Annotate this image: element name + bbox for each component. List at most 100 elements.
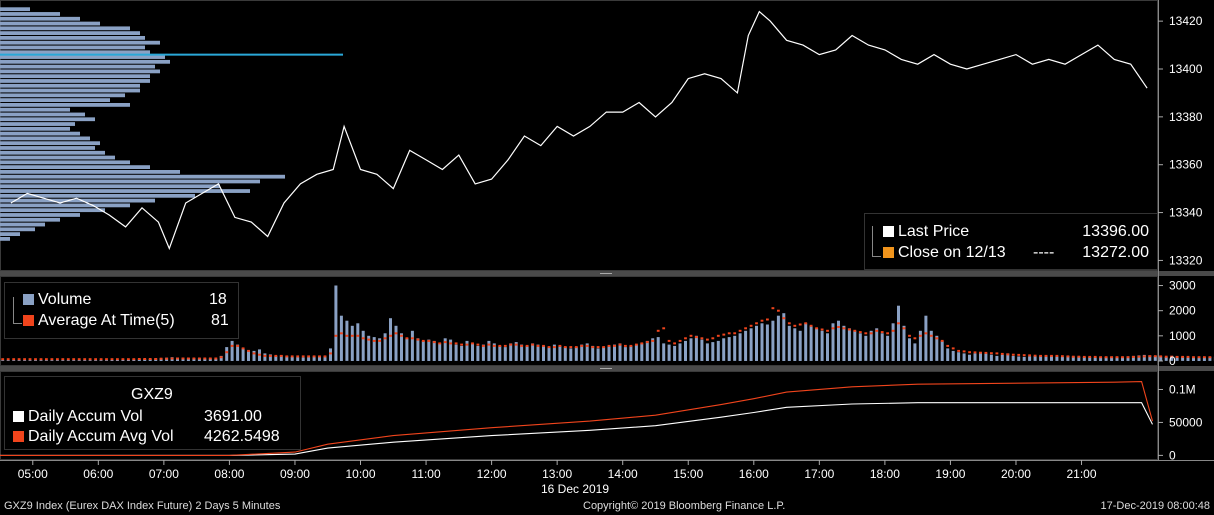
- average-marker: [1006, 353, 1010, 356]
- volume-bar: [957, 352, 961, 361]
- average-marker: [1197, 356, 1201, 359]
- last-price-label: Last Price: [898, 223, 970, 240]
- volume-profile-bar: [0, 93, 125, 98]
- volume-bar: [558, 345, 562, 361]
- average-marker: [1044, 354, 1048, 357]
- price-legend[interactable]: Last Price 13396.00 Close on 12/13 ---- …: [864, 213, 1158, 270]
- average-marker: [143, 358, 147, 360]
- average-marker: [263, 354, 267, 357]
- average-marker: [684, 337, 687, 340]
- average-marker: [438, 342, 442, 345]
- volume-profile-bar: [0, 237, 10, 241]
- average-marker: [662, 327, 666, 330]
- volume-bar: [17, 360, 21, 361]
- volume-profile-bar: [0, 64, 155, 69]
- volume-bar: [591, 345, 595, 361]
- volume-profile-bar: [0, 59, 170, 64]
- volume-bar: [241, 348, 245, 361]
- average-marker: [520, 344, 523, 347]
- average-marker: [929, 334, 933, 337]
- average-marker: [755, 322, 758, 325]
- average-marker: [50, 358, 54, 361]
- volume-profile-bar: [0, 7, 30, 12]
- volume-bar: [787, 325, 791, 361]
- last-price-entry: Last Price: [883, 223, 969, 241]
- average-marker: [6, 358, 10, 361]
- average-marker: [667, 339, 671, 342]
- average-marker: [1153, 355, 1157, 358]
- chart-window: 05:00 06:00 07:00 08:00 09:00 10:00 11:00 12:00…: [0, 0, 1214, 515]
- volume-bar: [44, 360, 48, 361]
- average-marker: [635, 343, 638, 346]
- accum-legend[interactable]: GXZ9 Daily Accum Vol 3691.00 Daily Accum…: [4, 376, 301, 450]
- average-marker: [1, 358, 5, 361]
- average-marker: [563, 346, 567, 349]
- volume-profile-bar: [0, 36, 145, 40]
- volume-profile-bar: [0, 131, 80, 136]
- average-marker: [427, 339, 431, 342]
- volume-y-tick-label: 2000: [1169, 304, 1196, 318]
- volume-bar: [432, 340, 436, 361]
- close-value: 13272.00: [1082, 244, 1149, 261]
- average-marker: [296, 355, 300, 358]
- volume-bar: [733, 335, 737, 361]
- average-marker: [1011, 353, 1015, 356]
- average-marker: [1132, 355, 1135, 358]
- volume-bar: [94, 360, 98, 361]
- volume-bar: [1060, 356, 1064, 361]
- volume-bar: [247, 350, 250, 361]
- volume-legend[interactable]: Volume 18 Average At Time(5) 81: [4, 282, 239, 339]
- average-marker: [279, 354, 283, 357]
- x-tick-label: 14:00: [608, 467, 638, 481]
- volume-bar: [602, 347, 606, 361]
- volume-bar: [727, 337, 731, 361]
- volume-bar: [875, 328, 879, 361]
- x-tick-label: 09:00: [280, 467, 310, 481]
- accum-avg-label: Daily Accum Avg Vol: [28, 428, 174, 445]
- average-marker: [815, 327, 818, 330]
- average-marker: [127, 358, 130, 361]
- volume-bar: [694, 335, 698, 361]
- average-marker: [503, 344, 507, 347]
- average-marker: [902, 327, 906, 330]
- volume-bar: [481, 344, 485, 361]
- volume-bar: [744, 330, 748, 361]
- average-marker: [580, 344, 584, 347]
- volume-bar: [503, 347, 507, 361]
- price-y-tick-label: 13420: [1169, 14, 1203, 28]
- x-tick-label: 17:00: [804, 467, 834, 481]
- average-marker: [689, 334, 693, 337]
- average-marker: [137, 358, 141, 360]
- average-marker: [301, 355, 305, 358]
- x-tick-label: 15:00: [673, 467, 703, 481]
- average-marker: [787, 322, 791, 325]
- time-axis: 05:00 06:00 07:00 08:00 09:00 10:00 11:00 12:00…: [18, 460, 1097, 481]
- volume-swatch-icon: [23, 294, 34, 305]
- x-tick-label: 05:00: [18, 467, 48, 481]
- average-marker: [247, 349, 250, 352]
- average-marker: [574, 346, 578, 349]
- volume-bar: [350, 325, 354, 361]
- average-marker: [596, 346, 600, 349]
- average-marker: [471, 342, 474, 345]
- average-marker: [738, 329, 742, 332]
- average-marker: [323, 355, 327, 358]
- average-marker: [241, 347, 245, 350]
- volume-bar: [1028, 356, 1032, 361]
- average-marker: [274, 354, 278, 357]
- volume-bar: [438, 343, 442, 361]
- average-marker: [498, 344, 502, 347]
- volume-bar: [689, 338, 693, 361]
- accum-avg-entry: Daily Accum Avg Vol: [13, 428, 174, 446]
- accum-y-tick-label: 0.1M: [1169, 382, 1196, 396]
- average-marker: [208, 357, 212, 360]
- volume-bar: [886, 335, 890, 361]
- volume-profile-bar: [0, 112, 85, 117]
- average-marker: [1050, 354, 1053, 357]
- volume-bar: [77, 360, 81, 361]
- x-tick-label: 12:00: [477, 467, 507, 481]
- volume-bar: [858, 333, 862, 361]
- average-marker: [258, 353, 261, 356]
- x-tick-label: 13:00: [542, 467, 572, 481]
- average-marker: [312, 355, 316, 358]
